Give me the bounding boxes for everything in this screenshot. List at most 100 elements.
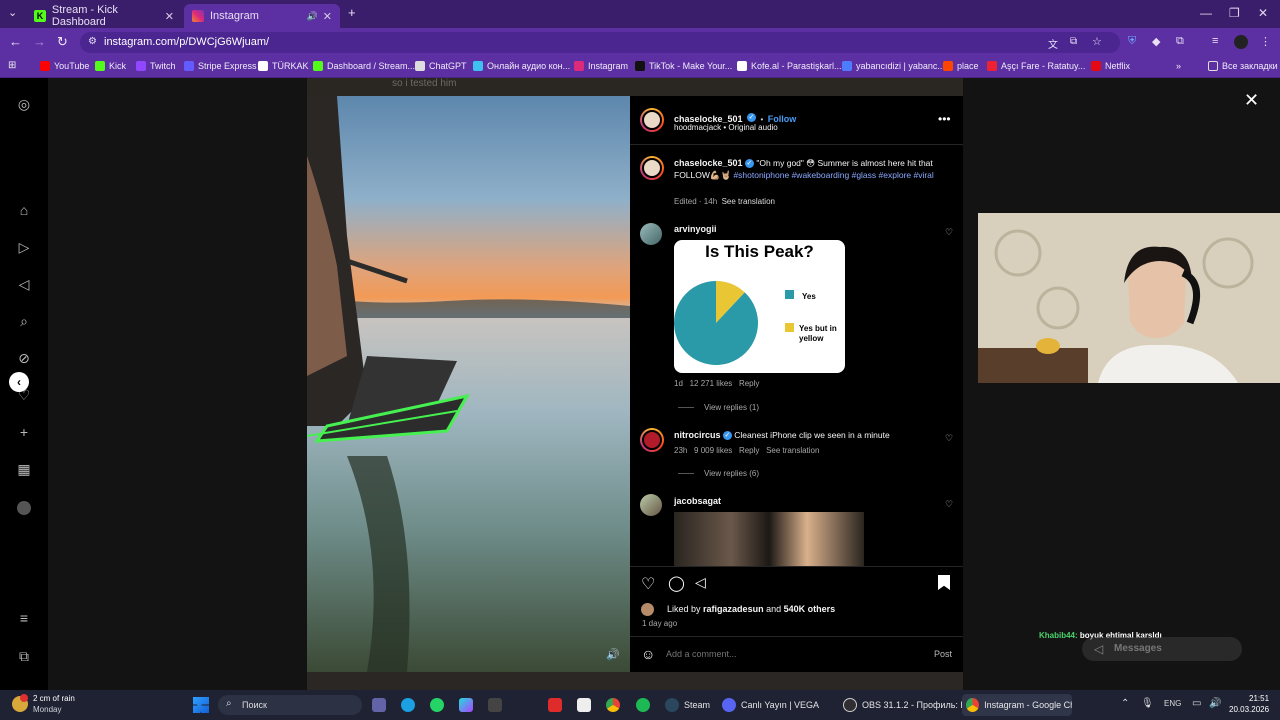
- bookmark-kick[interactable]: Kick: [95, 61, 126, 71]
- profile-avatar[interactable]: [1234, 35, 1248, 49]
- caption-username[interactable]: chaselocke_501: [674, 158, 743, 168]
- comment-username[interactable]: arvinyogii: [674, 224, 717, 234]
- dashboard-icon[interactable]: ▦: [16, 461, 32, 477]
- add-comment-input[interactable]: [666, 646, 896, 662]
- taskbar-app-spotify[interactable]: [636, 697, 655, 713]
- clock-time[interactable]: 21:51: [1249, 694, 1269, 703]
- minimize-icon[interactable]: —: [1200, 6, 1212, 20]
- view-replies-link[interactable]: View replies (1): [678, 403, 759, 412]
- microphone-icon[interactable]: 🎙: [1141, 698, 1154, 709]
- close-tab-icon[interactable]: ✕: [165, 10, 174, 23]
- caption-author-avatar[interactable]: [640, 156, 664, 180]
- bookmark-youtube[interactable]: YouTube: [40, 61, 89, 71]
- audio-speaker-icon[interactable]: 🔊: [606, 648, 620, 661]
- taskbar-app-chrome-instagram[interactable]: Instagram - Google Chr: [962, 694, 1072, 716]
- close-tab-icon[interactable]: ✕: [323, 10, 332, 23]
- menu-icon[interactable]: ⋮: [1260, 35, 1271, 48]
- post-comment-button[interactable]: Post: [934, 649, 952, 659]
- see-translation-link[interactable]: See translation: [766, 446, 819, 455]
- bookmark-turkak[interactable]: TÜRKAK: [258, 61, 309, 71]
- liked-by-others[interactable]: 540K others: [784, 604, 836, 614]
- instagram-logo-icon[interactable]: ◎: [16, 96, 32, 112]
- site-info-icon[interactable]: ⚙: [88, 36, 97, 47]
- more-bookmarks-icon[interactable]: »: [1176, 61, 1181, 71]
- bookmark-audio[interactable]: Онлайн аудио кон...: [473, 61, 570, 71]
- new-tab-icon[interactable]: +: [348, 5, 356, 20]
- comment-avatar[interactable]: [640, 223, 662, 245]
- volume-icon[interactable]: 🔊: [1209, 698, 1221, 709]
- see-translation-link[interactable]: See translation: [722, 197, 775, 206]
- profile-avatar[interactable]: [17, 501, 31, 515]
- like-heart-icon[interactable]: ♡: [641, 574, 655, 594]
- comment-meme-image[interactable]: Is This Peak? Yes Yes but in yellow: [674, 240, 845, 373]
- bookmark-instagram[interactable]: Instagram: [574, 61, 628, 71]
- reels-icon[interactable]: ▷: [16, 239, 32, 255]
- tab-search-icon[interactable]: ⌄: [8, 6, 17, 19]
- taskbar-app-teams[interactable]: [372, 697, 391, 713]
- comment-avatar[interactable]: [640, 494, 662, 516]
- bookmark-netflix[interactable]: Netflix: [1091, 61, 1130, 71]
- messages-icon[interactable]: ◁: [16, 276, 32, 292]
- emoji-icon[interactable]: ☺: [641, 646, 655, 662]
- more-options-icon[interactable]: •••: [938, 112, 951, 126]
- taskbar-app-whatsapp[interactable]: [430, 697, 449, 713]
- speaker-icon[interactable]: 🔊: [307, 11, 318, 22]
- like-comment-heart-icon[interactable]: ♡: [945, 227, 953, 238]
- close-modal-icon[interactable]: ✕: [1244, 90, 1259, 111]
- like-comment-heart-icon[interactable]: ♡: [945, 433, 953, 444]
- extension-diamond-icon[interactable]: ◆: [1152, 35, 1160, 48]
- bookmark-place[interactable]: place: [943, 61, 979, 71]
- bookmark-dashboard[interactable]: Dashboard / Stream...: [313, 61, 415, 71]
- close-window-icon[interactable]: ✕: [1258, 6, 1268, 20]
- bookmark-star-icon[interactable]: ☆: [1092, 35, 1102, 48]
- all-bookmarks-folder[interactable]: Все закладки: [1208, 61, 1278, 71]
- bookmark-yabancidizi[interactable]: yabancıdizi | yabanc...: [842, 61, 945, 71]
- taskbar-search-box[interactable]: ⌕ Поиск: [218, 695, 362, 715]
- sidebar-icon[interactable]: ≡: [1212, 35, 1218, 47]
- tab-instagram[interactable]: Instagram 🔊 ✕: [184, 4, 340, 28]
- windows-start-icon[interactable]: [193, 697, 209, 713]
- view-replies-link[interactable]: View replies (6): [678, 469, 759, 478]
- author-avatar[interactable]: [640, 108, 664, 132]
- create-icon[interactable]: +: [16, 424, 32, 440]
- translate-icon[interactable]: 文: [1048, 36, 1058, 51]
- taskbar-app-chrome[interactable]: [606, 697, 625, 713]
- tab-kick-dashboard[interactable]: K Stream - Kick Dashboard ✕: [26, 4, 182, 28]
- post-video[interactable]: [307, 96, 630, 672]
- bookmark-chatgpt[interactable]: ChatGPT: [415, 61, 467, 71]
- search-icon[interactable]: ⌕: [16, 313, 32, 329]
- taskbar-app-edge[interactable]: [401, 697, 420, 713]
- saved-bookmark-icon[interactable]: [938, 575, 950, 590]
- share-send-icon[interactable]: ◁: [695, 574, 706, 591]
- install-app-icon[interactable]: ⧉: [1070, 36, 1077, 47]
- audio-attribution[interactable]: hoodmacjack • Original audio: [674, 123, 778, 132]
- forward-icon[interactable]: →: [33, 34, 46, 49]
- more-menu-icon[interactable]: ≡: [16, 610, 32, 626]
- comment-avatar[interactable]: [640, 428, 664, 452]
- bookmark-stripe[interactable]: Stripe Express: [184, 61, 257, 71]
- messages-pill[interactable]: ◁ Messages: [1082, 637, 1242, 661]
- taskbar-app-steam[interactable]: Steam: [665, 697, 710, 713]
- reply-button[interactable]: Reply: [739, 446, 759, 455]
- tray-overflow-icon[interactable]: ⌃: [1121, 698, 1129, 709]
- bookmark-ratatouille[interactable]: Aşçı Fare - Ratatuy...: [987, 61, 1085, 71]
- reply-button[interactable]: Reply: [739, 379, 759, 388]
- taskbar-app-copilot[interactable]: [459, 697, 478, 713]
- taskbar-app-discord[interactable]: Canlı Yayın | VEGA: [722, 697, 819, 713]
- comment-username[interactable]: nitrocircus: [674, 430, 721, 440]
- like-comment-heart-icon[interactable]: ♡: [945, 499, 953, 510]
- address-bar[interactable]: ⚙ instagram.com/p/DWCjG6Wjuam/ 文 ⧉ ☆: [80, 32, 1120, 53]
- taskbar-app-capcut[interactable]: [577, 697, 596, 713]
- comment-bubble-icon[interactable]: ◯: [668, 574, 685, 592]
- shield-icon[interactable]: ⛨: [1128, 35, 1136, 48]
- taskbar-app-anydesk[interactable]: [548, 697, 567, 713]
- caption-hashtags[interactable]: #shotoniphone #wakeboarding #glass #expl…: [733, 170, 933, 180]
- clock-date[interactable]: 20.03.2026: [1229, 705, 1269, 714]
- taskbar-app-camera[interactable]: [488, 697, 507, 713]
- restore-icon[interactable]: ❐: [1229, 6, 1240, 20]
- bookmark-twitch[interactable]: Twitch: [136, 61, 176, 71]
- comment-likes[interactable]: 9 009 likes: [694, 446, 732, 455]
- bookmark-kofe[interactable]: Kofe.al - Parastişkarl...: [737, 61, 842, 71]
- bookmark-tiktok[interactable]: TikTok - Make Your...: [635, 61, 732, 71]
- reload-icon[interactable]: ↻: [57, 34, 68, 50]
